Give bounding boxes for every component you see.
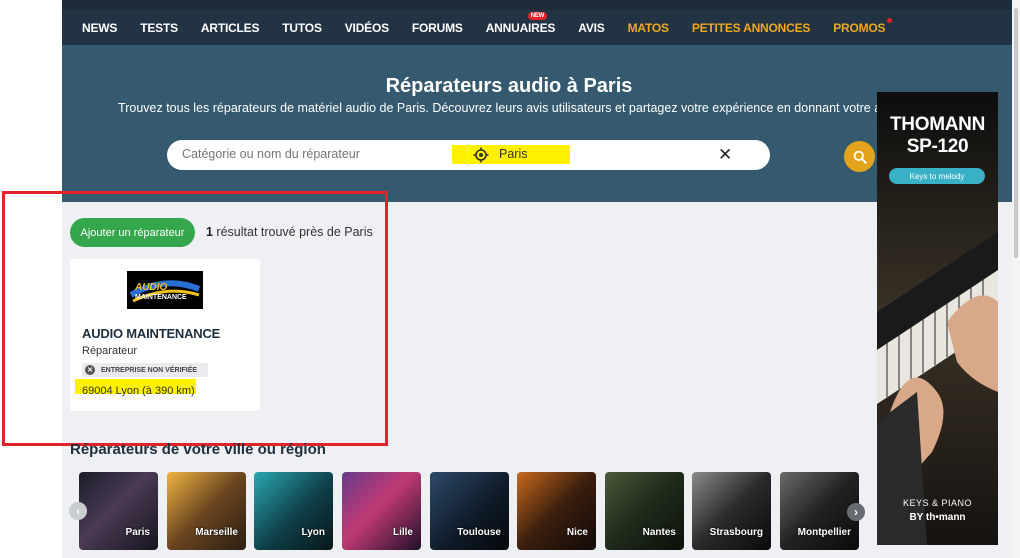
annotation-box (2, 191, 388, 446)
city-label: Nantes (642, 527, 676, 538)
thomann-ad-banner[interactable]: THOMANN SP-120 Keys to melody KEYS & PIAN… (877, 92, 998, 545)
ad-cta-button[interactable]: Keys to melody (889, 168, 985, 184)
nav-videos[interactable]: VIDÉOS (345, 21, 389, 35)
page-subtitle: Trouvez tous les réparateurs de matériel… (118, 101, 900, 115)
location-target-icon[interactable] (473, 147, 489, 163)
city-label: Lyon (301, 527, 325, 538)
nav-articles[interactable]: ARTICLES (201, 21, 260, 35)
page: NEWS TESTS ARTICLES TUTOS VIDÉOS FORUMS … (0, 0, 1020, 558)
ad-brand-line1: THOMANN (890, 114, 985, 135)
ad-brand: THOMANN SP-120 (877, 114, 998, 158)
city-tile-marseille[interactable]: Marseille (167, 472, 246, 550)
chevron-left-icon: ‹ (76, 504, 80, 518)
city-tile-nantes[interactable]: Nantes (605, 472, 684, 550)
city-tile-paris[interactable]: Paris (79, 472, 158, 550)
city-tile-lyon[interactable]: Lyon (254, 472, 333, 550)
carousel-next-button[interactable]: › (847, 503, 865, 521)
ad-footer-line1: KEYS & PIANO (902, 498, 973, 508)
close-icon[interactable]: ✕ (718, 145, 732, 165)
nav-tests[interactable]: TESTS (140, 21, 178, 35)
nav-annuaires[interactable]: ANNUAIRES NEW (485, 11, 556, 35)
nav-promos[interactable]: PROMOS (833, 17, 893, 35)
piano-illustration (877, 92, 998, 545)
city-tile-lille[interactable]: Lille (342, 472, 421, 550)
city-tile-nice[interactable]: Nice (517, 472, 596, 550)
nav-tutos[interactable]: TUTOS (282, 21, 322, 35)
cities-section-title: Réparateurs de votre ville ou région (70, 441, 326, 458)
nav-avis[interactable]: AVIS (578, 21, 605, 35)
chevron-right-icon: › (854, 505, 858, 519)
scrollbar-thumb[interactable] (1014, 8, 1018, 258)
main-nav: NEWS TESTS ARTICLES TUTOS VIDÉOS FORUMS … (62, 10, 1012, 45)
city-label: Toulouse (457, 527, 501, 538)
top-strip (62, 0, 1012, 10)
ad-footer-line2: BY th•mann (909, 512, 966, 523)
nav-forums[interactable]: FORUMS (412, 21, 463, 35)
search-button[interactable] (844, 141, 875, 172)
page-title: Réparateurs audio à Paris (385, 75, 633, 97)
nav-news[interactable]: NEWS (82, 21, 117, 35)
search-input[interactable] (182, 147, 462, 161)
ad-brand-line2: SP-120 (906, 136, 969, 157)
city-tile-strasbourg[interactable]: Strasbourg (692, 472, 771, 550)
search-icon (853, 150, 867, 164)
nav-matos[interactable]: MATOS (628, 21, 669, 35)
notification-dot (887, 17, 893, 23)
city-label: Paris (125, 527, 150, 538)
city-label: Strasbourg (709, 527, 763, 538)
search-bar: Paris ✕ (167, 140, 875, 172)
city-tile-toulouse[interactable]: Toulouse (430, 472, 509, 550)
city-label: Nice (566, 527, 588, 538)
carousel-prev-button[interactable]: ‹ (69, 502, 87, 520)
hero-banner: Réparateurs audio à Paris Trouvez tous l… (62, 45, 1012, 202)
city-label: Marseille (195, 527, 238, 538)
search-divider (467, 144, 468, 166)
city-label: Montpellier (797, 527, 851, 538)
nav-annuaires-label: ANNUAIRES (485, 20, 556, 35)
new-badge: NEW (527, 11, 548, 20)
location-input[interactable]: Paris (499, 147, 527, 161)
nav-petites-annonces[interactable]: PETITES ANNONCES (692, 21, 811, 35)
nav-promos-label: PROMOS (833, 20, 886, 35)
city-label: Lille (392, 527, 413, 538)
